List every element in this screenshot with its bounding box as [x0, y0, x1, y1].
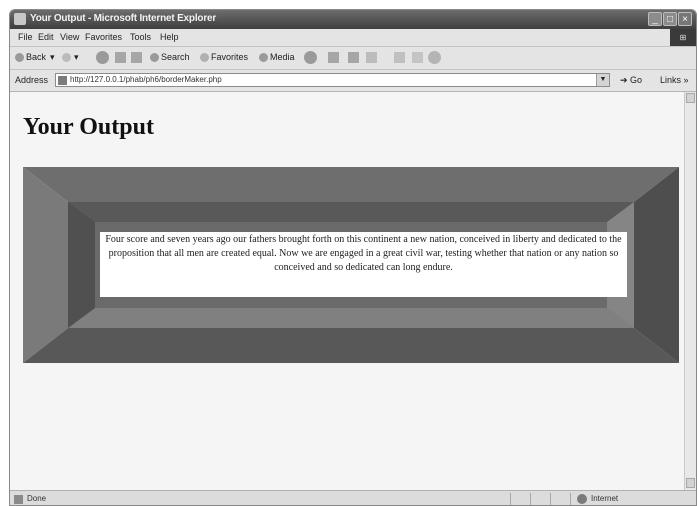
menu-tools[interactable]: Tools — [130, 32, 151, 42]
maximize-button[interactable]: □ — [663, 12, 677, 26]
page-title: Your Output — [23, 114, 154, 140]
address-input[interactable]: http://127.0.0.1/phab/ph6/borderMaker.ph… — [55, 73, 610, 87]
research-icon[interactable] — [428, 51, 441, 64]
media-icon[interactable] — [259, 53, 268, 62]
menu-file[interactable]: File — [18, 32, 33, 42]
menu-favorites[interactable]: Favorites — [85, 32, 122, 42]
scroll-down-icon[interactable] — [686, 478, 695, 488]
page-icon — [58, 76, 67, 85]
search-button[interactable]: Search — [161, 52, 190, 62]
favorites-button[interactable]: Favorites — [211, 52, 248, 62]
address-label: Address — [15, 75, 49, 85]
browser-window: Your Output - Microsoft Internet Explore… — [9, 9, 697, 506]
home-icon[interactable] — [131, 52, 142, 63]
mail-icon[interactable] — [328, 52, 339, 63]
border-top-bevel — [23, 167, 679, 202]
address-url[interactable]: http://127.0.0.1/phab/ph6/borderMaker.ph… — [70, 75, 222, 84]
forward-arrow-icon[interactable] — [62, 53, 71, 62]
refresh-icon[interactable] — [115, 52, 126, 63]
edit-icon[interactable] — [366, 52, 377, 63]
status-text: Done — [27, 494, 47, 503]
quote-text: Four score and seven years ago our fathe… — [100, 232, 627, 297]
links-label[interactable]: Links — [660, 75, 681, 85]
address-bar: Address http://127.0.0.1/phab/ph6/border… — [10, 70, 696, 92]
window-title: Your Output - Microsoft Internet Explore… — [30, 13, 217, 24]
menu-bar: File Edit View Favorites Tools Help ⊞ — [10, 29, 696, 47]
history-icon[interactable] — [304, 51, 317, 64]
inner-left-bevel — [68, 202, 95, 328]
status-bar: Done Internet — [10, 490, 696, 505]
page-content: Your Output Four score and seven years a… — [10, 92, 684, 490]
vertical-scrollbar[interactable] — [684, 92, 696, 490]
title-bar: Your Output - Microsoft Internet Explore… — [10, 10, 696, 29]
status-divider — [570, 493, 571, 505]
status-divider — [510, 493, 511, 505]
menu-edit[interactable]: Edit — [38, 32, 54, 42]
inner-bottom-bevel — [68, 308, 634, 328]
status-divider — [550, 493, 551, 505]
print-icon[interactable] — [348, 52, 359, 63]
minimize-button[interactable]: _ — [648, 12, 662, 26]
go-button[interactable]: ➔ Go — [620, 75, 642, 86]
back-button[interactable]: Back — [26, 52, 46, 62]
close-button[interactable]: × — [678, 12, 692, 26]
media-button[interactable]: Media — [270, 52, 295, 62]
internet-zone-icon — [577, 494, 587, 504]
discuss-icon[interactable] — [394, 52, 405, 63]
search-icon[interactable] — [150, 53, 159, 62]
page-status-icon — [14, 495, 23, 504]
ie-icon — [14, 13, 26, 25]
menu-view[interactable]: View — [60, 32, 79, 42]
scroll-up-icon[interactable] — [686, 93, 695, 103]
status-divider — [530, 493, 531, 505]
menu-help[interactable]: Help — [160, 32, 179, 42]
back-dropdown-icon[interactable]: ▾ — [50, 52, 55, 63]
zone-label: Internet — [591, 494, 619, 503]
go-label[interactable]: Go — [630, 75, 642, 85]
favorites-icon[interactable] — [200, 53, 209, 62]
inner-top-bevel — [68, 202, 634, 222]
stop-icon[interactable] — [96, 51, 109, 64]
border-bottom-bevel — [23, 328, 679, 363]
back-arrow-icon[interactable] — [15, 53, 24, 62]
messenger-icon[interactable] — [412, 52, 423, 63]
beveled-border-frame: Four score and seven years ago our fathe… — [23, 167, 679, 363]
toolbar: Back ▾ ▾ Search Favorites Media — [10, 47, 696, 70]
windows-logo-icon: ⊞ — [670, 29, 696, 46]
forward-dropdown-icon[interactable]: ▾ — [74, 52, 79, 63]
links-button[interactable]: Links » — [660, 75, 689, 85]
address-dropdown-icon[interactable]: ▼ — [596, 74, 609, 86]
